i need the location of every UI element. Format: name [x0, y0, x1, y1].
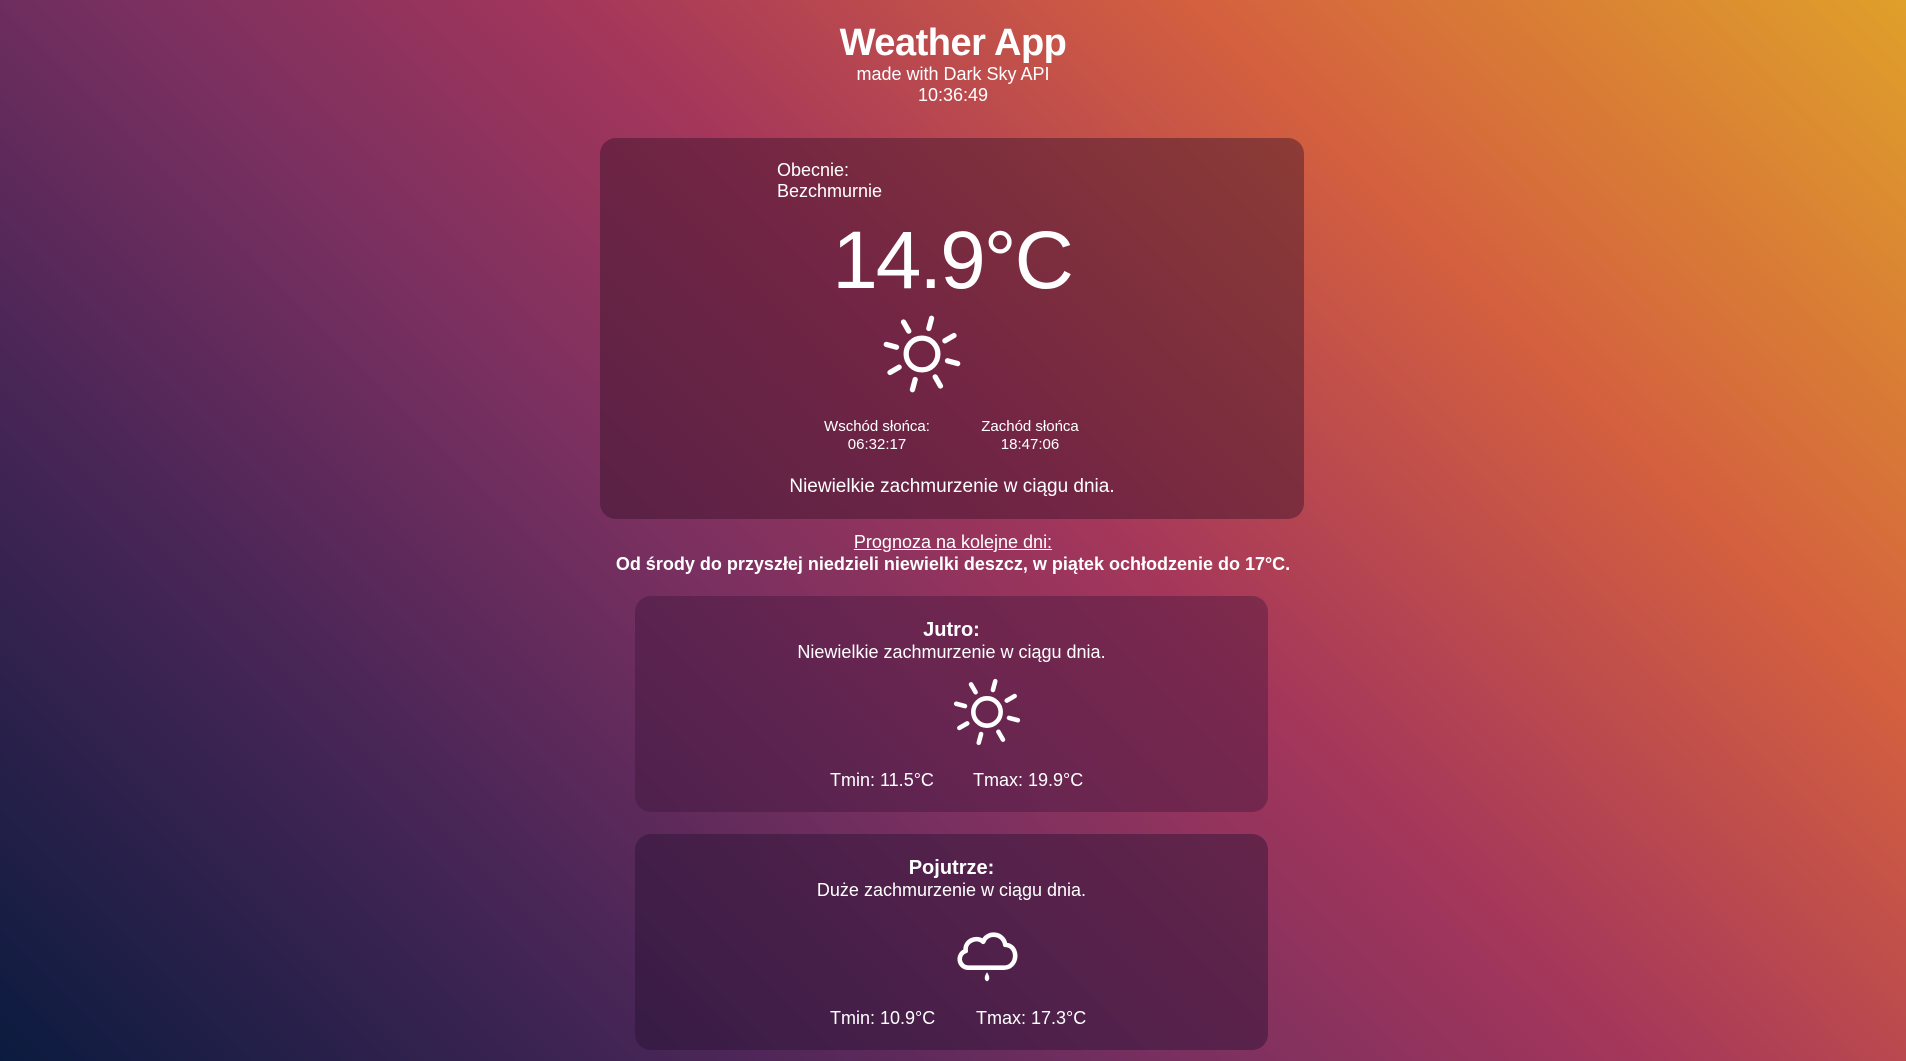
current-label: Obecnie: — [777, 160, 850, 180]
sunset-time: 18:47:06 — [1000, 436, 1060, 453]
current-condition: Bezchmurnie — [777, 181, 883, 201]
forecast-day-card: Jutro: Niewielkie zachmurzenie w ciągu d… — [635, 596, 1268, 812]
sun-icon — [878, 310, 966, 398]
forecast-title: Prognoza na kolejne dni: — [853, 532, 1053, 552]
day-name: Jutro: — [923, 619, 980, 641]
sunset: Zachód słońca 18:47:06 — [950, 418, 1110, 454]
sunrise-label: Wschód słońca: — [824, 418, 930, 435]
day-summary: Duże zachmurzenie w ciągu dnia. — [816, 880, 1087, 900]
tmin: Tmin: 11.5°C — [830, 770, 934, 790]
tmax: Tmax: 19.9°C — [973, 770, 1084, 790]
sun-icon — [949, 674, 1025, 750]
app-header: Weather App made with Dark Sky API 10:36… — [0, 22, 1906, 106]
current-temperature: 14.9°C — [832, 215, 1074, 306]
sunset-label: Zachód słońca — [981, 418, 1079, 435]
sunrise: Wschód słońca: 06:32:17 — [797, 418, 957, 454]
forecast-summary: Od środy do przyszłej niedzieli niewielk… — [615, 554, 1291, 574]
app-subtitle: made with Dark Sky API — [856, 64, 1050, 84]
day-name: Pojutrze: — [908, 857, 995, 879]
clock: 10:36:49 — [917, 85, 989, 105]
sunrise-time: 06:32:17 — [847, 436, 907, 453]
app-title: Weather App — [839, 22, 1067, 64]
tmax: Tmax: 17.3°C — [976, 1008, 1087, 1028]
day-summary: Niewielkie zachmurzenie w ciągu dnia. — [797, 642, 1106, 662]
current-condition-block: Obecnie: Bezchmurnie — [777, 160, 882, 202]
tmin: Tmin: 10.9°C — [830, 1008, 936, 1028]
current-weather-card: Obecnie: Bezchmurnie 14.9°C Wschód słońc… — [600, 138, 1304, 519]
forecast-day-card: Pojutrze: Duże zachmurzenie w ciągu dnia… — [635, 834, 1268, 1050]
cloud-rain-icon — [949, 916, 1025, 992]
current-summary: Niewielkie zachmurzenie w ciągu dnia. — [789, 476, 1115, 497]
